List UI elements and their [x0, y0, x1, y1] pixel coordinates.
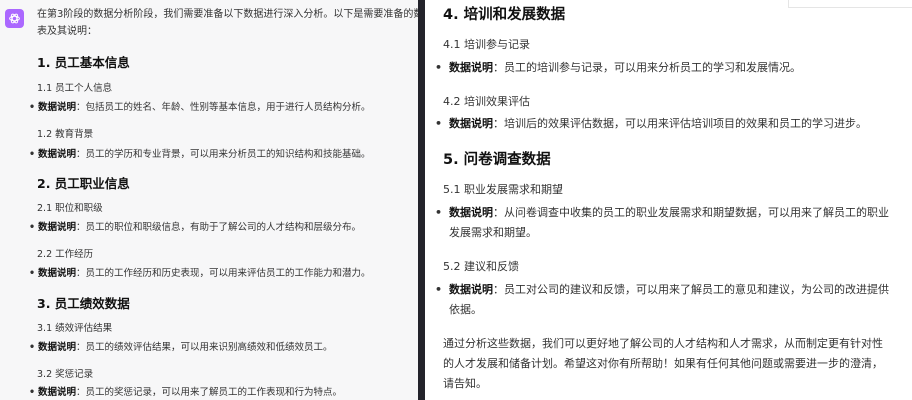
subsection-4-2: 4.2 培训效果评估	[443, 95, 530, 108]
intro-line-1: 在第3阶段的数据分析阶段，我们需要准备以下数据进行深入分析。以下是需要准备的数据…	[37, 9, 418, 20]
bullet-5-2: • 数据说明：员工对公司的建议和反馈，可以用来了解员工的意见和建议，为公司的改进提…	[435, 283, 889, 296]
bullet-text: ：包括员工的姓名、年龄、性别等基本信息，用于进行人员结构分析。	[76, 102, 371, 113]
bullet-text: ：员工的工作经历和历史表现，可以用来评估员工的工作能力和潜力。	[76, 268, 371, 279]
top-corner-box	[788, 0, 912, 8]
bullet-label: 数据说明	[38, 268, 77, 279]
subsection-5-2: 5.2 建议和反馈	[443, 260, 519, 273]
bullet-text: ：培训后的效果评估数据，可以用来评估培训项目的效果和员工的学习进步。	[493, 117, 867, 130]
openai-logo-icon	[9, 13, 20, 24]
bullet-label: 数据说明	[38, 387, 77, 398]
subsection-2-2: 2.2 工作经历	[37, 249, 94, 260]
section-title-1: 1. 员工基本信息	[37, 55, 130, 70]
intro-line-2: 表及其说明：	[37, 26, 97, 37]
bullet-text: ：员工对公司的建议和反馈，可以用来了解员工的意见和建议，为公司的改进提供	[493, 283, 889, 296]
bullet-label: 数据说明	[38, 102, 77, 113]
closing-line-2: 的人才发展和储备计划。希望这对你有所帮助！如果有任何其他问题或需要进一步的澄清，	[443, 357, 883, 370]
subsection-2-1: 2.1 职位和职级	[37, 203, 103, 214]
closing-line-1: 通过分析这些数据，我们可以更好地了解公司的人才结构和人才需求，从而制定更有针对性	[443, 337, 883, 350]
bullet-2-2: • 数据说明：员工的工作经历和历史表现，可以用来评估员工的工作能力和潜力。	[29, 268, 371, 279]
bullet-1-1: • 数据说明：包括员工的姓名、年龄、性别等基本信息，用于进行人员结构分析。	[29, 102, 371, 113]
bullet-label: 数据说明	[449, 206, 493, 219]
panel-divider	[418, 0, 425, 400]
bullet-label: 数据说明	[449, 283, 493, 296]
subsection-3-1: 3.1 绩效评估结果	[37, 323, 113, 334]
bullet-text: ：员工的学历和专业背景，可以用来分析员工的知识结构和技能基础。	[76, 149, 371, 160]
bullet-4-1: • 数据说明：员工的培训参与记录，可以用来分析员工的学习和发展情况。	[435, 61, 801, 74]
subsection-4-1: 4.1 培训参与记录	[443, 38, 530, 51]
subsection-3-2: 3.2 奖惩记录	[37, 369, 94, 380]
section-title-5: 5. 问卷调查数据	[443, 152, 551, 168]
bullet-5-1-continued: 发展需求和期望。	[449, 226, 537, 239]
bullet-text: ：员工的职位和职级信息，有助于了解公司的人才结构和层级分布。	[76, 222, 362, 233]
section-title-2: 2. 员工职业信息	[37, 176, 130, 191]
bullet-label: 数据说明	[449, 117, 493, 130]
bullet-1-2: • 数据说明：员工的学历和专业背景，可以用来分析员工的知识结构和技能基础。	[29, 149, 371, 160]
subsection-1-1: 1.1 员工个人信息	[37, 83, 113, 94]
closing-line-3: 请告知。	[443, 377, 487, 390]
bullet-label: 数据说明	[449, 61, 493, 74]
bullet-text: ：从问卷调查中收集的员工的职业发展需求和期望数据，可以用来了解员工的职业	[493, 206, 889, 219]
left-chat-panel: 在第3阶段的数据分析阶段，我们需要准备以下数据进行深入分析。以下是需要准备的数据…	[0, 0, 418, 400]
bullet-3-1: • 数据说明：员工的绩效评估结果，可以用来识别高绩效和低绩效员工。	[29, 342, 333, 353]
bullet-text: ：员工的奖惩记录，可以用来了解员工的工作表现和行为特点。	[76, 387, 343, 398]
bullet-2-1: • 数据说明：员工的职位和职级信息，有助于了解公司的人才结构和层级分布。	[29, 222, 362, 233]
bullet-label: 数据说明	[38, 222, 77, 233]
section-title-4: 4. 培训和发展数据	[443, 7, 566, 23]
assistant-avatar	[5, 9, 24, 28]
bullet-5-2-continued: 依据。	[449, 303, 482, 316]
subsection-5-1: 5.1 职业发展需求和期望	[443, 183, 563, 196]
bullet-label: 数据说明	[38, 149, 77, 160]
bullet-4-2: • 数据说明：培训后的效果评估数据，可以用来评估培训项目的效果和员工的学习进步。	[435, 117, 867, 130]
bullet-5-1: • 数据说明：从问卷调查中收集的员工的职业发展需求和期望数据，可以用来了解员工的职…	[435, 206, 889, 219]
bullet-3-2: • 数据说明：员工的奖惩记录，可以用来了解员工的工作表现和行为特点。	[29, 387, 343, 398]
bullet-text: ：员工的绩效评估结果，可以用来识别高绩效和低绩效员工。	[76, 342, 333, 353]
right-chat-panel: 4. 培训和发展数据 4.1 培训参与记录 • 数据说明：员工的培训参与记录，可以…	[425, 0, 912, 400]
bullet-label: 数据说明	[38, 342, 77, 353]
subsection-1-2: 1.2 教育背景	[37, 129, 94, 140]
section-title-3: 3. 员工绩效数据	[37, 296, 130, 311]
bullet-text: ：员工的培训参与记录，可以用来分析员工的学习和发展情况。	[493, 61, 801, 74]
